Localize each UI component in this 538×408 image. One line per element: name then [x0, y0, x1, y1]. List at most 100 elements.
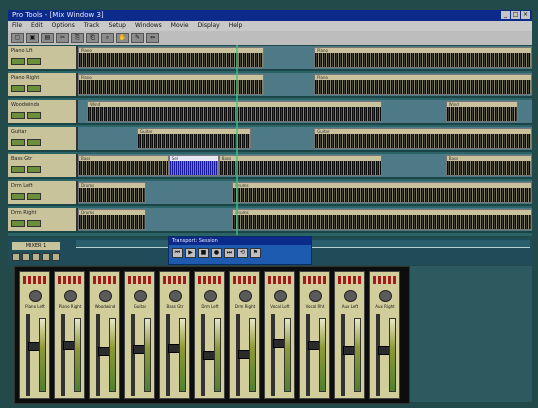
audio-region[interactable]: Guitar — [137, 128, 251, 149]
audio-region[interactable]: Drums — [232, 209, 532, 230]
audio-region[interactable]: Wind — [445, 101, 519, 122]
track-lane[interactable]: Drums Drums — [78, 181, 532, 204]
track-header[interactable]: Drm Right — [8, 208, 78, 231]
volume-fader-track[interactable] — [131, 314, 148, 396]
save-icon[interactable]: ▤ — [41, 33, 54, 43]
volume-fader-track[interactable] — [61, 314, 78, 396]
record-button[interactable] — [11, 139, 25, 146]
track-lane[interactable]: Guitar Guitar — [78, 127, 532, 150]
pan-knob-icon[interactable] — [309, 290, 322, 302]
pan-knob-icon[interactable] — [204, 290, 217, 302]
pan-knob-icon[interactable] — [134, 290, 147, 302]
menu-item-movie[interactable]: Movie — [171, 21, 189, 31]
track-lane[interactable]: Piano Piano — [78, 73, 532, 96]
menu-item-setup[interactable]: Setup — [109, 21, 126, 31]
solo-button[interactable] — [27, 193, 41, 200]
copy-icon[interactable]: ⎘ — [71, 33, 84, 43]
pan-knob-icon[interactable] — [64, 290, 77, 302]
record-button[interactable] — [11, 193, 25, 200]
volume-fader-track[interactable] — [236, 314, 253, 396]
track-lane[interactable]: Piano Piano — [78, 46, 532, 69]
cut-icon[interactable]: ✂ — [56, 33, 69, 43]
volume-fader-track[interactable] — [306, 314, 323, 396]
rec-icon[interactable] — [32, 253, 40, 261]
track-lane[interactable]: Wind Wind — [78, 100, 532, 123]
pan-knob-icon[interactable] — [379, 290, 392, 302]
playback-cursor[interactable] — [236, 45, 238, 235]
solo-button[interactable] — [27, 220, 41, 227]
volume-fader-track[interactable] — [376, 314, 393, 396]
track-lane[interactable]: Bass Sel Bass Bass — [78, 154, 532, 177]
new-icon[interactable]: ▢ — [11, 33, 24, 43]
track-lane[interactable]: Drums Drums — [78, 208, 532, 231]
loop-icon[interactable] — [52, 253, 60, 261]
volume-fader-track[interactable] — [166, 314, 183, 396]
record-button[interactable] — [11, 58, 25, 65]
audio-region[interactable]: Drums — [78, 209, 147, 230]
audio-region[interactable]: Bass — [78, 155, 169, 176]
pencil-icon[interactable]: ✎ — [131, 33, 144, 43]
trim-icon[interactable]: ⇔ — [146, 33, 159, 43]
volume-fader-track[interactable] — [201, 314, 218, 396]
solo-button[interactable] — [27, 85, 41, 92]
volume-fader-track[interactable] — [26, 314, 43, 396]
audio-region[interactable]: Piano — [314, 47, 532, 68]
menu-item-display[interactable]: Display — [198, 21, 220, 31]
pan-knob-icon[interactable] — [99, 290, 112, 302]
menu-item-track[interactable]: Track — [84, 21, 100, 31]
play-icon[interactable]: ▶ — [185, 248, 196, 258]
rewind-icon[interactable]: ⏮ — [172, 248, 183, 258]
track-header[interactable]: Guitar — [8, 127, 78, 150]
track-header[interactable]: Piano Lft — [8, 46, 78, 69]
loop-icon[interactable]: ⟲ — [237, 248, 248, 258]
record-icon[interactable]: ● — [211, 248, 222, 258]
volume-fader-track[interactable] — [96, 314, 113, 396]
menu-item-windows[interactable]: Windows — [135, 21, 162, 31]
stop-icon[interactable]: ■ — [198, 248, 209, 258]
audio-region[interactable]: Drums — [78, 182, 147, 203]
menu-item-options[interactable]: Options — [52, 21, 75, 31]
menu-item-help[interactable]: Help — [229, 21, 243, 31]
mute-icon[interactable] — [12, 253, 20, 261]
audio-region[interactable]: Piano — [314, 74, 532, 95]
play-icon[interactable] — [42, 253, 50, 261]
record-button[interactable] — [11, 220, 25, 227]
transport-window[interactable]: Transport: Session ⏮ ▶ ■ ● ⏭ ⟲ ⚑ — [168, 236, 312, 265]
solo-button[interactable] — [27, 166, 41, 173]
track-header[interactable]: Bass Gtr — [8, 154, 78, 177]
solo-icon[interactable] — [22, 253, 30, 261]
zoom-icon[interactable]: ⌕ — [101, 33, 114, 43]
audio-region[interactable]: Drums — [232, 182, 532, 203]
volume-fader-track[interactable] — [271, 314, 288, 396]
paste-icon[interactable]: ⎗ — [86, 33, 99, 43]
marker-icon[interactable]: ⚑ — [250, 248, 261, 258]
solo-button[interactable] — [27, 139, 41, 146]
track-header[interactable]: Woodwinds — [8, 100, 78, 123]
audio-region[interactable]: Wind — [87, 101, 383, 122]
ffwd-icon[interactable]: ⏭ — [224, 248, 235, 258]
track-header[interactable]: Drm Left — [8, 181, 78, 204]
menu-item-file[interactable]: File — [12, 21, 22, 31]
pan-knob-icon[interactable] — [29, 290, 42, 302]
record-button[interactable] — [11, 85, 25, 92]
selected-audio-region[interactable]: Sel — [168, 155, 219, 176]
audio-region[interactable]: Bass — [445, 155, 532, 176]
solo-button[interactable] — [27, 58, 41, 65]
volume-fader-track[interactable] — [341, 314, 358, 396]
audio-region[interactable]: Bass — [218, 155, 383, 176]
track-header[interactable]: Piano Right — [8, 73, 78, 96]
audio-region[interactable]: Guitar — [314, 128, 532, 149]
grabber-icon[interactable]: ✋ — [116, 33, 129, 43]
minimize-icon[interactable]: _ — [501, 11, 510, 19]
menu-item-edit[interactable]: Edit — [31, 21, 43, 31]
record-button[interactable] — [11, 112, 25, 119]
record-button[interactable] — [11, 166, 25, 173]
maximize-icon[interactable]: □ — [511, 11, 520, 19]
solo-button[interactable] — [27, 112, 41, 119]
close-icon[interactable]: × — [521, 11, 530, 19]
pan-knob-icon[interactable] — [274, 290, 287, 302]
open-icon[interactable]: ▣ — [26, 33, 39, 43]
pan-knob-icon[interactable] — [239, 290, 252, 302]
pan-knob-icon[interactable] — [169, 290, 182, 302]
pan-knob-icon[interactable] — [344, 290, 357, 302]
